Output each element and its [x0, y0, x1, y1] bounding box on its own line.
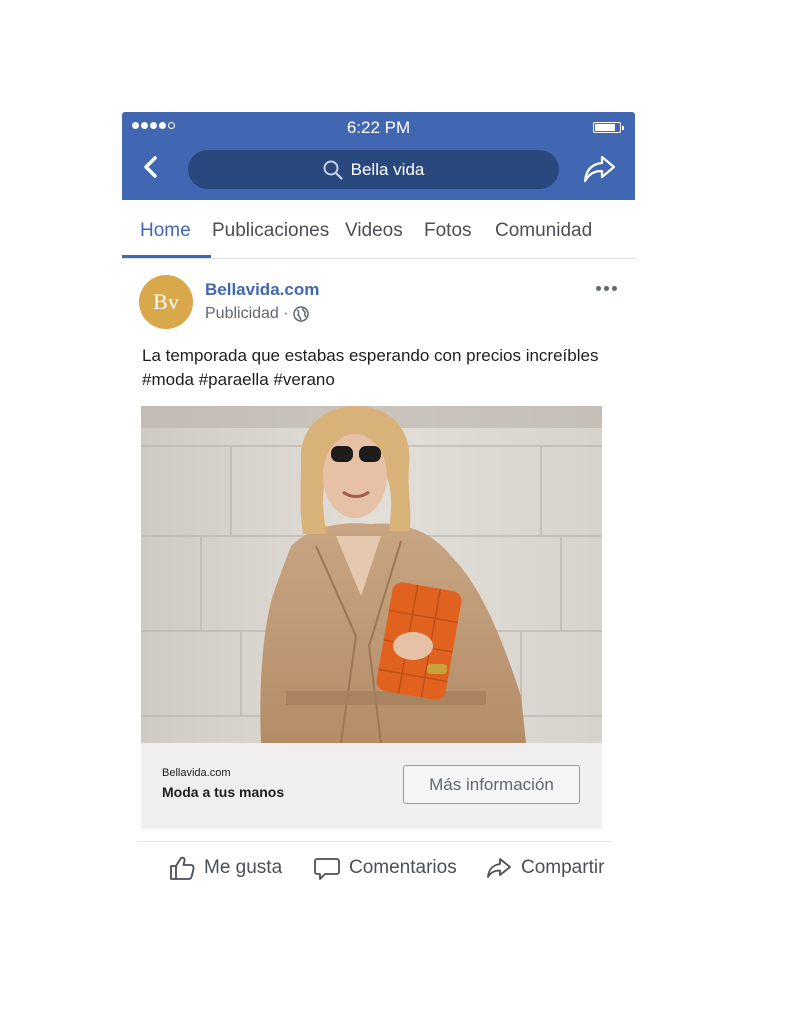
share-label: Compartir	[521, 857, 605, 878]
link-preview-card[interactable]: Bellavida.com Moda a tus manos Más infor…	[141, 743, 602, 829]
post-image[interactable]	[141, 406, 602, 743]
link-domain: Bellavida.com	[162, 767, 231, 779]
share-button[interactable]: Compartir	[485, 854, 604, 882]
globe-icon	[292, 306, 309, 322]
back-icon[interactable]	[138, 152, 164, 182]
fashion-photo	[141, 406, 602, 743]
link-headline: Moda a tus manos	[162, 784, 285, 800]
top-bar: 6:22 PM Bella vida	[122, 112, 635, 200]
search-text: Bella vida	[350, 159, 425, 179]
tab-videos[interactable]: Videos	[345, 220, 403, 242]
search-icon	[323, 160, 343, 180]
tab-fotos[interactable]: Fotos	[424, 220, 472, 242]
post-text-line: La temporada que estabas esperando con p…	[142, 346, 599, 365]
avatar-logo-text: Bv	[153, 289, 179, 314]
share-arrow-icon	[487, 858, 511, 878]
page-name-link[interactable]: Bellavida.com	[205, 280, 319, 300]
more-options-icon[interactable]	[596, 286, 617, 291]
sponsored-label: Publicidad ·	[205, 305, 309, 323]
thumbs-up-icon	[170, 856, 195, 880]
battery-icon	[593, 122, 624, 133]
active-tab-indicator	[122, 255, 211, 258]
share-icon[interactable]	[582, 150, 618, 186]
tab-comunidad[interactable]: Comunidad	[495, 220, 592, 242]
status-time: 6:22 PM	[346, 118, 411, 137]
avatar[interactable]: Bv	[139, 275, 193, 329]
post-hashtags[interactable]: #moda #paraella #verano	[142, 368, 622, 392]
search-bar[interactable]: Bella vida	[188, 150, 559, 189]
like-label: Me gusta	[204, 857, 283, 878]
tab-bar: Home Publicaciones Videos Fotos Comunida…	[122, 200, 635, 259]
divider	[137, 841, 612, 842]
sponsored-text: Publicidad ·	[205, 305, 289, 322]
post-text: La temporada que estabas esperando con p…	[142, 344, 622, 392]
like-button[interactable]: Me gusta	[168, 854, 282, 882]
tab-home[interactable]: Home	[140, 220, 191, 242]
tab-publicaciones[interactable]: Publicaciones	[212, 220, 329, 242]
comment-icon	[314, 858, 340, 880]
comment-button[interactable]: Comentarios	[313, 854, 457, 882]
learn-more-button[interactable]: Más información	[403, 765, 580, 804]
comment-label: Comentarios	[349, 857, 457, 878]
